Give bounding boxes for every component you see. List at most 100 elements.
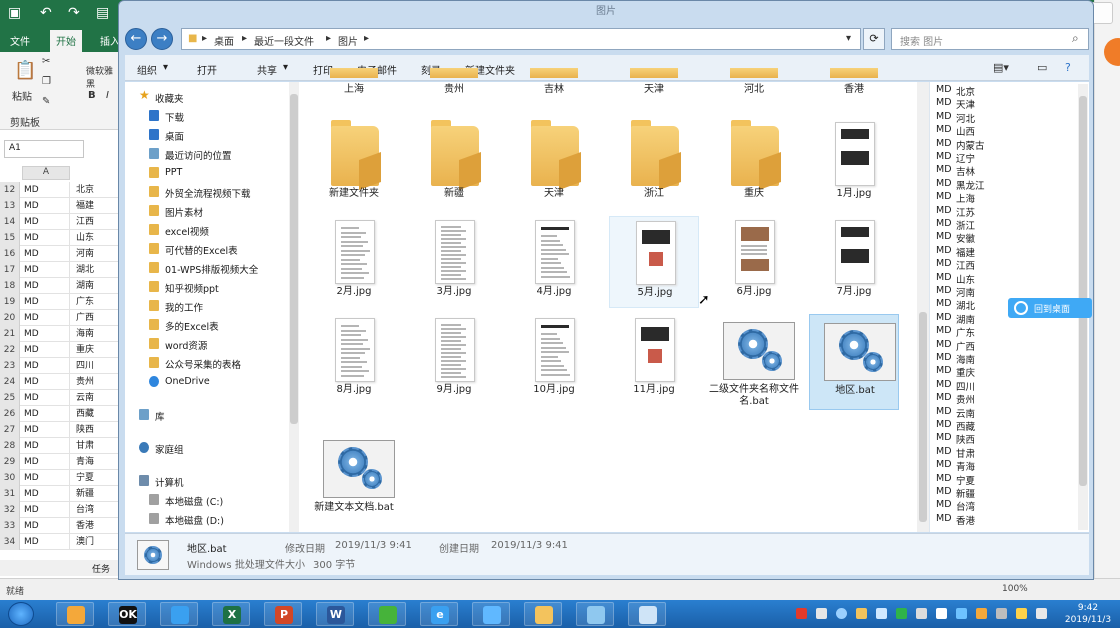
folder-item[interactable]: 天津 [609,68,699,100]
table-row[interactable]: 18 MD 湖南 [0,278,120,294]
qq-app-icon[interactable] [472,602,510,626]
cell-c[interactable]: 福建 [74,198,120,214]
row-number[interactable]: 33 [0,518,20,534]
row-number[interactable]: 18 [0,278,20,294]
cell-c[interactable]: 广东 [74,294,120,310]
cell-c[interactable]: 湖南 [74,278,120,294]
table-row[interactable]: 26 MD 西藏 [0,406,120,422]
image-file-item[interactable]: 6月.jpg [709,216,799,308]
row-number[interactable]: 12 [0,182,20,198]
row-number[interactable]: 31 [0,486,20,502]
image-file-item[interactable]: 2月.jpg [309,216,399,308]
nav-item[interactable]: 知乎视频ppt [125,278,290,296]
organize-button[interactable]: 组织 [137,62,157,77]
table-row[interactable]: 25 MD 云南 [0,390,120,406]
table-row[interactable]: 23 MD 四川 [0,358,120,374]
cell-c[interactable]: 江西 [74,214,120,230]
cell-b[interactable]: MD [22,502,70,518]
refresh-button[interactable]: ⟳ [863,28,885,50]
table-row[interactable]: 31 MD 新疆 [0,486,120,502]
table-row[interactable]: 17 MD 湖北 [0,262,120,278]
view-options-icon[interactable]: ▤▾ [993,61,1009,74]
float-widget[interactable]: 回到桌面 [1008,298,1092,318]
tray-wechat-icon[interactable] [936,608,947,619]
explorer-app-icon[interactable] [524,602,562,626]
cell-b[interactable]: MD [22,470,70,486]
row-number[interactable]: 24 [0,374,20,390]
cell-b[interactable]: MD [22,406,70,422]
italic-button[interactable]: I [106,90,109,101]
tray-volume-icon[interactable] [1036,608,1047,619]
table-row[interactable]: 32 MD 台湾 [0,502,120,518]
cell-b[interactable]: MD [22,262,70,278]
cell-c[interactable]: 云南 [74,390,120,406]
image-file-item[interactable]: 7月.jpg [809,216,899,308]
cell-b[interactable]: MD [22,374,70,390]
nav-libraries[interactable]: 库 [125,406,290,424]
nav-item[interactable]: 最近访问的位置 [125,145,290,163]
tray-app-icon[interactable] [856,608,867,619]
bold-button[interactable]: B [88,90,96,101]
nav-item[interactable]: 图片素材 [125,202,290,220]
table-row[interactable]: 14 MD 江西 [0,214,120,230]
folder-app-icon[interactable] [56,602,94,626]
cell-b[interactable]: MD [22,342,70,358]
folder-item[interactable]: 香港 [809,68,899,100]
nav-item[interactable]: 桌面 [125,126,290,144]
cell-b[interactable]: MD [22,278,70,294]
row-number[interactable]: 21 [0,326,20,342]
nav-item[interactable]: OneDrive [125,373,290,391]
column-header-a[interactable]: A [22,166,70,180]
table-row[interactable]: 12 MD 北京 [0,182,120,198]
cell-c[interactable]: 四川 [74,358,120,374]
file-list-scrollbar[interactable] [917,82,929,532]
row-number[interactable]: 26 [0,406,20,422]
navigation-scrollbar[interactable] [289,82,299,532]
excel-app-icon[interactable]: X [212,602,250,626]
breadcrumb-recent[interactable]: 最近一段文件 [254,33,314,48]
cell-c[interactable]: 海南 [74,326,120,342]
sheet-tab[interactable]: 任务 [92,562,110,575]
redo-icon[interactable]: ↷ [68,5,80,21]
folder-item[interactable]: 吉林 [509,68,599,100]
image-file-item[interactable]: 1月.jpg [809,118,899,210]
nav-item[interactable]: PPT [125,164,290,182]
cell-b[interactable]: MD [22,438,70,454]
bat-file-item[interactable]: 地区.bat [809,314,899,410]
cell-b[interactable]: MD [22,294,70,310]
cell-b[interactable]: MD [22,214,70,230]
back-button[interactable]: ← [125,28,147,50]
search-icon[interactable]: ⌕ [1072,31,1079,46]
cell-c[interactable]: 湖北 [74,262,120,278]
cell-b[interactable]: MD [22,454,70,470]
cell-c[interactable]: 新疆 [74,486,120,502]
cell-c[interactable]: 宁夏 [74,470,120,486]
cell-c[interactable]: 青海 [74,454,120,470]
row-number[interactable]: 17 [0,262,20,278]
cell-c[interactable]: 贵州 [74,374,120,390]
breadcrumb-desktop[interactable]: 桌面 [214,33,234,48]
tab-home[interactable]: 开始 [50,30,82,52]
nav-item[interactable]: 多的Excel表 [125,316,290,334]
table-row[interactable]: 30 MD 宁夏 [0,470,120,486]
table-row[interactable]: 24 MD 贵州 [0,374,120,390]
cell-c[interactable]: 山东 [74,230,120,246]
row-number[interactable]: 15 [0,230,20,246]
table-row[interactable]: 16 MD 河南 [0,246,120,262]
cell-b[interactable]: MD [22,182,70,198]
name-box[interactable]: A1 [4,140,84,158]
nav-item[interactable]: 我的工作 [125,297,290,315]
row-number[interactable]: 20 [0,310,20,326]
tray-cloud-icon[interactable] [876,608,887,619]
save-icon[interactable]: ▣ [8,5,21,21]
row-number[interactable]: 25 [0,390,20,406]
row-number[interactable]: 23 [0,358,20,374]
folder-item[interactable]: 贵州 [409,68,499,100]
folder-item[interactable]: 天津 [509,118,599,210]
cell-c[interactable]: 北京 [74,182,120,198]
table-row[interactable]: 13 MD 福建 [0,198,120,214]
tray-flag-icon[interactable] [996,608,1007,619]
wechat-app-icon[interactable] [368,602,406,626]
powerpoint-app-icon[interactable]: P [264,602,302,626]
copy-icon[interactable]: ❐ [42,76,51,87]
